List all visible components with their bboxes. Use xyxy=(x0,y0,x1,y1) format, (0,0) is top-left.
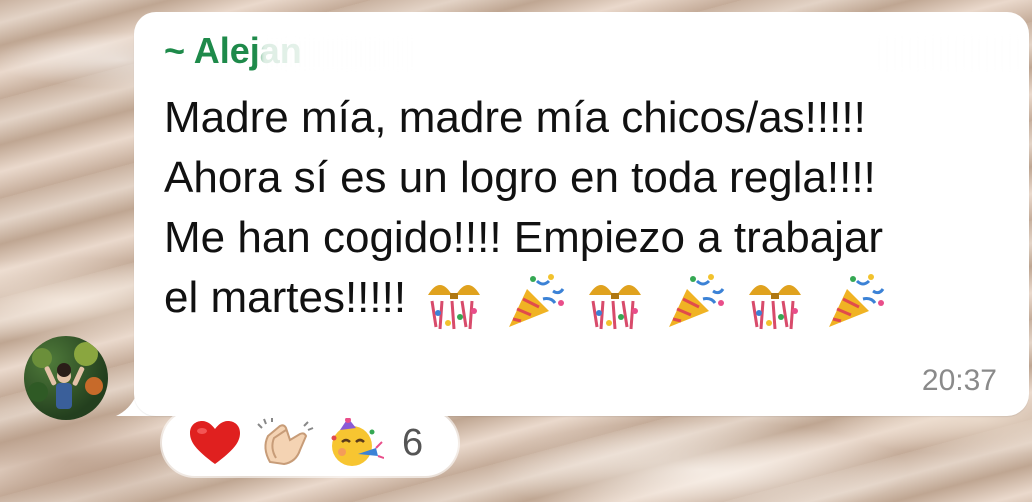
message-line-last: el martes!!!!! xyxy=(164,268,1014,331)
message-timestamp: 20:37 xyxy=(921,364,997,397)
trailing-emojis xyxy=(418,270,887,331)
red-heart-icon xyxy=(190,421,240,464)
confetti-ball-icon xyxy=(428,285,481,330)
message-text: Madre mía, madre mía chicos/as!!!!! Ahor… xyxy=(164,88,1014,331)
avatar-photo-icon xyxy=(28,342,103,409)
reaction-count: 6 xyxy=(402,421,424,464)
partying-face-icon xyxy=(331,418,384,466)
party-popper-icon xyxy=(508,274,564,328)
sender-avatar[interactable] xyxy=(24,336,108,420)
message-bubble[interactable]: ~ Alejan Madre mía, madre mía chicos/as!… xyxy=(134,12,1029,416)
reactions-bar[interactable]: 6 xyxy=(162,410,458,476)
message-line: Ahora sí es un logro en toda regla!!!! xyxy=(164,153,876,202)
message-line: Madre mía, madre mía chicos/as!!!!! xyxy=(164,93,866,142)
confetti-ball-icon xyxy=(749,285,802,330)
clapping-hands-icon xyxy=(257,418,314,466)
party-popper-icon xyxy=(829,274,885,328)
message-line-text: el martes!!!!! xyxy=(164,273,407,322)
sender-name[interactable]: ~ Alejan xyxy=(164,30,1024,72)
message-line: Me han cogido!!!! Empiezo a trabajar xyxy=(164,213,884,262)
confetti-ball-icon xyxy=(588,285,641,330)
redacted-area xyxy=(260,36,1024,72)
party-popper-icon xyxy=(669,274,725,328)
